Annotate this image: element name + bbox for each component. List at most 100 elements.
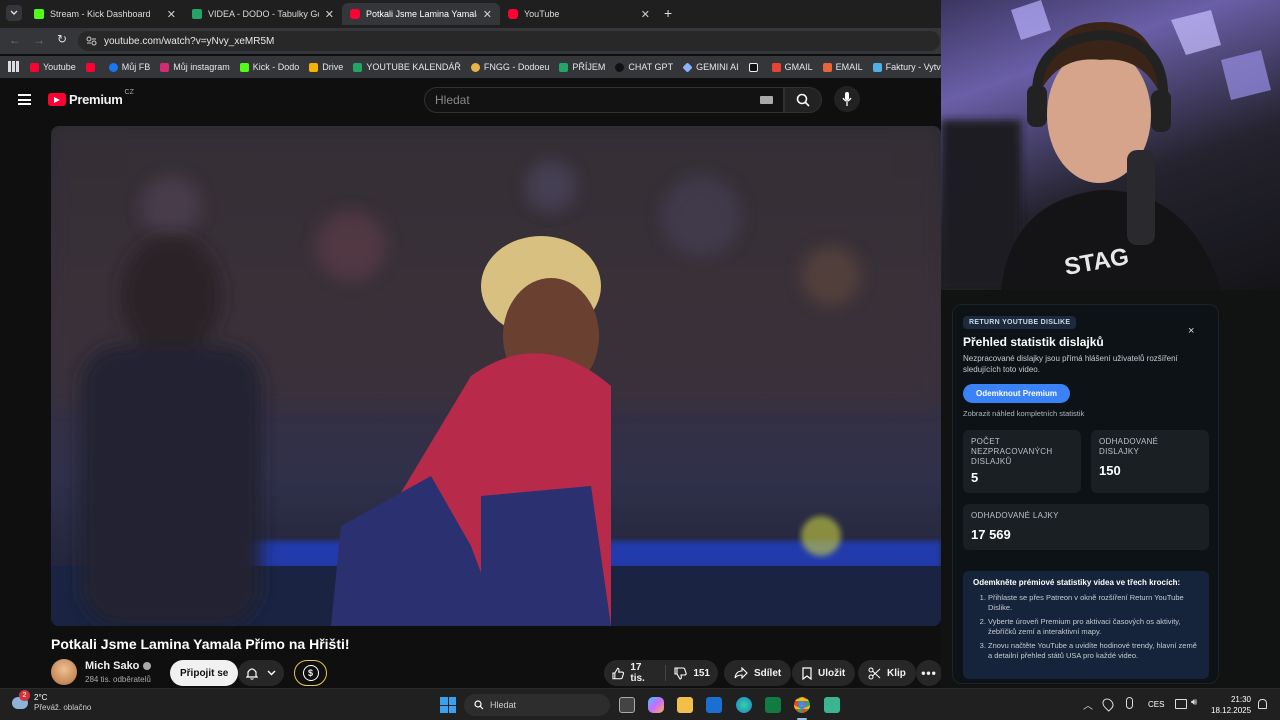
premium-steps-box: Odemkněte prémiové statistiky videa ve t… <box>963 571 1209 679</box>
clip-label: Klip <box>887 667 906 679</box>
bookmark-youtube-2[interactable] <box>85 62 99 72</box>
bookmark-instagram[interactable]: Můj instagram <box>160 62 230 72</box>
clock[interactable]: 21:30 18.12.2025 <box>1211 694 1251 716</box>
youtube-logo[interactable]: Premium CZ <box>48 89 134 107</box>
site-info-icon[interactable] <box>86 36 97 46</box>
dislike-count: 151 <box>693 667 710 679</box>
bookmarks-bar: Youtube Můj FB Můj instagram Kick - Dodo… <box>0 56 941 78</box>
menu-icon[interactable] <box>18 94 31 105</box>
volume-icon[interactable]: 🔊︎ <box>1191 697 1197 708</box>
share-button[interactable]: Sdílet <box>724 660 792 686</box>
tab-youtube[interactable]: YouTube ✕ <box>500 3 658 25</box>
notifications-button[interactable] <box>238 660 284 686</box>
reload-icon[interactable]: ↻ <box>57 32 67 46</box>
unlock-premium-button[interactable]: Odemknout Premium <box>963 384 1070 403</box>
bookmark-prijem[interactable]: PŘÍJEM <box>559 62 605 72</box>
bookmark-youtube[interactable]: Youtube <box>30 62 76 72</box>
taskbar-search[interactable]: Hledat <box>464 694 610 716</box>
tab-kick-dashboard[interactable]: Stream - Kick Dashboard ✕ <box>26 3 184 25</box>
bookmark-icon <box>802 666 812 680</box>
apps-grid-icon[interactable] <box>8 61 19 72</box>
estimated-likes-card: ODHADOVANÉ LAJKY 17 569 <box>963 504 1209 550</box>
more-actions-button[interactable]: ••• <box>916 660 942 686</box>
bookmark-drive[interactable]: Drive <box>309 62 343 72</box>
bookmark-label: Youtube <box>43 62 76 72</box>
youtube-icon <box>350 9 360 19</box>
close-icon[interactable]: ✕ <box>641 8 650 21</box>
url-text: youtube.com/watch?v=yNvy_xeMR5M <box>104 35 275 47</box>
voice-search-button[interactable] <box>834 86 860 112</box>
chrome-icon[interactable] <box>794 697 810 713</box>
thanks-button[interactable]: $ <box>294 660 327 686</box>
raw-dislikes-card: POČET NEZPRACOVANÝCH DISLAJKŮ 5 <box>963 430 1081 493</box>
app-icon[interactable] <box>824 697 840 713</box>
bookmark-gmail[interactable]: GMAIL <box>771 62 813 72</box>
keyboard-icon[interactable] <box>760 96 773 104</box>
chevron-up-icon[interactable]: ︿ <box>1083 697 1093 712</box>
raw-dislikes-value: 5 <box>971 470 979 485</box>
weather-temp: 2°C <box>34 693 48 702</box>
notifications-icon[interactable] <box>1258 699 1267 709</box>
channel-name[interactable]: Mich Sako <box>85 660 152 672</box>
file-explorer-icon[interactable] <box>677 697 693 713</box>
start-button[interactable] <box>440 697 456 713</box>
estimated-dislikes-value: 150 <box>1099 463 1121 478</box>
like-dislike-group: 17 tis. 151 <box>604 660 718 686</box>
close-icon[interactable]: ✕ <box>483 8 492 21</box>
bookmark-kick[interactable]: Kick - Dodo <box>239 62 299 72</box>
close-icon[interactable]: × <box>1188 325 1194 337</box>
sheets-icon <box>353 62 363 72</box>
clip-button[interactable]: Klip <box>858 660 916 686</box>
webcam-frame: STAG <box>941 0 1271 290</box>
panel-title: Přehled statistik dislajků <box>963 335 1104 349</box>
outlook-icon[interactable] <box>706 697 722 713</box>
preview-stats-link[interactable]: Zobrazit náhled kompletních statistik <box>963 409 1084 418</box>
channel-avatar[interactable] <box>51 659 77 685</box>
chatgpt-icon <box>615 62 625 72</box>
estimated-dislikes-label: ODHADOVANÉ DISLAJKY <box>1099 437 1159 456</box>
edge-icon[interactable] <box>736 697 752 713</box>
like-button[interactable]: 17 tis. <box>604 662 667 684</box>
bookmark-unnamed[interactable] <box>748 62 762 72</box>
language-indicator[interactable]: CES <box>1148 700 1164 709</box>
weather-widget[interactable]: 2 2°C Převáž. oblačno <box>12 690 91 713</box>
search-button[interactable] <box>784 87 822 113</box>
task-view-icon[interactable] <box>619 697 635 713</box>
copilot-icon[interactable] <box>648 697 664 713</box>
bookmark-facebook[interactable]: Můj FB <box>108 62 150 72</box>
bookmark-label: Faktury - Vytváření <box>885 62 941 72</box>
step-item: Přihlaste se přes Patreon v okně rozšíře… <box>988 593 1201 613</box>
tab-search-button[interactable] <box>6 5 22 21</box>
tab-youtube-video[interactable]: Potkali Jsme Lamina Yamala Přím ✕ <box>342 3 500 25</box>
bookmark-gemini[interactable]: GEMINI AI <box>682 61 739 73</box>
search-input[interactable]: Hledat <box>424 87 784 113</box>
new-tab-button[interactable]: + <box>664 5 672 21</box>
save-button[interactable]: Uložit <box>792 660 856 686</box>
video-player[interactable] <box>51 126 941 626</box>
address-bar[interactable]: youtube.com/watch?v=yNvy_xeMR5M <box>78 31 940 51</box>
network-icon[interactable] <box>1175 699 1187 709</box>
bookmark-faktury[interactable]: Faktury - Vytváření <box>872 62 941 72</box>
scissors-icon <box>868 667 881 679</box>
tab-google-sheets[interactable]: VIDEA - DODO - Tabulky Googl ✕ <box>184 3 342 25</box>
bookmark-email[interactable]: EMAIL <box>822 62 863 72</box>
close-icon[interactable]: ✕ <box>167 8 176 21</box>
kick-icon <box>34 9 44 19</box>
bookmark-fngg[interactable]: FNGG - Dodoeu <box>470 62 549 72</box>
dislike-button[interactable]: 151 <box>666 666 718 680</box>
bookmark-chatgpt[interactable]: CHAT GPT <box>615 62 673 72</box>
channel-name-text: Mich Sako <box>85 660 140 672</box>
fngg-icon <box>470 62 480 72</box>
close-icon[interactable]: ✕ <box>325 8 334 21</box>
back-arrow-icon[interactable]: ← <box>9 33 21 47</box>
bookmark-label: GEMINI AI <box>696 62 739 72</box>
join-button[interactable]: Připojit se <box>170 660 239 686</box>
bookmark-youtube-kalendar[interactable]: YOUTUBE KALENDÁŘ <box>353 62 461 72</box>
panel-badge: RETURN YOUTUBE DISLIKE <box>963 316 1077 329</box>
microphone-icon[interactable] <box>1126 697 1133 709</box>
excel-icon[interactable] <box>765 697 781 713</box>
join-label: Připojit se <box>180 667 229 679</box>
forward-arrow-icon[interactable]: → <box>33 33 45 47</box>
gemini-icon <box>682 61 693 73</box>
location-icon[interactable] <box>1100 696 1116 712</box>
